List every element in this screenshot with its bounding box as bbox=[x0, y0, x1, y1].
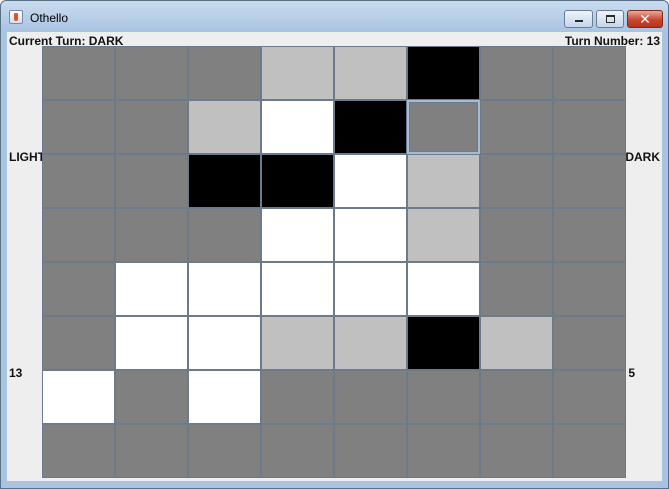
board-cell-valid-move-highlight[interactable] bbox=[407, 208, 480, 262]
board-cell-empty[interactable] bbox=[480, 154, 553, 208]
board-cell-light-piece[interactable] bbox=[261, 208, 334, 262]
board-cell-valid-move-highlight[interactable] bbox=[407, 154, 480, 208]
board-cell-empty[interactable] bbox=[553, 262, 626, 316]
board-cell-light-piece[interactable] bbox=[115, 316, 188, 370]
board-cell-dark-piece[interactable] bbox=[188, 154, 261, 208]
board-cell-empty[interactable] bbox=[115, 208, 188, 262]
board-cell-light-piece[interactable] bbox=[42, 370, 115, 424]
board-cell-empty[interactable] bbox=[480, 370, 553, 424]
board-cell-empty[interactable] bbox=[480, 262, 553, 316]
board-cell-empty[interactable] bbox=[42, 262, 115, 316]
board-cell-empty[interactable] bbox=[407, 424, 480, 478]
board-cell-empty[interactable] bbox=[115, 46, 188, 100]
maximize-icon bbox=[606, 15, 615, 23]
board-cell-empty[interactable] bbox=[115, 370, 188, 424]
board-cell-valid-move-highlight[interactable] bbox=[334, 46, 407, 100]
board-cell-empty[interactable] bbox=[553, 424, 626, 478]
maximize-button[interactable] bbox=[596, 10, 624, 28]
board-cell-empty[interactable] bbox=[115, 424, 188, 478]
board-cell-empty[interactable] bbox=[115, 100, 188, 154]
board-cell-light-piece[interactable] bbox=[188, 262, 261, 316]
board-cell-empty[interactable] bbox=[407, 370, 480, 424]
board-cell-empty[interactable] bbox=[188, 208, 261, 262]
board-cell-dark-piece[interactable] bbox=[334, 100, 407, 154]
window-bottom-border bbox=[7, 481, 662, 488]
board-cell-light-piece[interactable] bbox=[261, 100, 334, 154]
board-cell-valid-move-highlight[interactable] bbox=[480, 316, 553, 370]
title-bar[interactable]: Othello ✕ bbox=[1, 1, 668, 31]
dark-score: 5 bbox=[628, 366, 635, 380]
board-cell-light-piece[interactable] bbox=[334, 154, 407, 208]
board-cell-empty[interactable] bbox=[261, 370, 334, 424]
board-cell-light-piece[interactable] bbox=[261, 262, 334, 316]
board-cell-focused-empty[interactable] bbox=[407, 100, 480, 154]
board-cell-empty[interactable] bbox=[42, 424, 115, 478]
board-cell-dark-piece[interactable] bbox=[407, 46, 480, 100]
light-player-label: LIGHT bbox=[9, 150, 45, 164]
board-cell-empty[interactable] bbox=[553, 316, 626, 370]
board-cell-empty[interactable] bbox=[42, 100, 115, 154]
board-cell-empty[interactable] bbox=[261, 424, 334, 478]
board-cell-empty[interactable] bbox=[553, 208, 626, 262]
light-score: 13 bbox=[9, 366, 23, 380]
close-icon: ✕ bbox=[639, 11, 651, 27]
board-cell-empty[interactable] bbox=[42, 154, 115, 208]
board-cell-light-piece[interactable] bbox=[188, 370, 261, 424]
close-button[interactable]: ✕ bbox=[627, 10, 663, 28]
minimize-button[interactable] bbox=[564, 10, 593, 28]
board-cell-light-piece[interactable] bbox=[115, 262, 188, 316]
board-cell-valid-move-highlight[interactable] bbox=[261, 46, 334, 100]
othello-board bbox=[42, 46, 626, 478]
board-cell-empty[interactable] bbox=[42, 208, 115, 262]
board-cell-dark-piece[interactable] bbox=[261, 154, 334, 208]
board-cell-empty[interactable] bbox=[334, 424, 407, 478]
board-cell-light-piece[interactable] bbox=[188, 316, 261, 370]
board-cell-light-piece[interactable] bbox=[407, 262, 480, 316]
board-cell-empty[interactable] bbox=[553, 46, 626, 100]
board-cell-light-piece[interactable] bbox=[334, 208, 407, 262]
othello-window: Othello ✕ Current Turn: DARK Turn Number… bbox=[0, 0, 669, 489]
minimize-icon bbox=[575, 20, 583, 22]
board-cell-valid-move-highlight[interactable] bbox=[261, 316, 334, 370]
board-cell-empty[interactable] bbox=[553, 370, 626, 424]
board-cell-empty[interactable] bbox=[480, 424, 553, 478]
board-cell-empty[interactable] bbox=[553, 154, 626, 208]
java-cup-icon bbox=[9, 10, 23, 24]
board-cell-empty[interactable] bbox=[188, 46, 261, 100]
board-cell-empty[interactable] bbox=[480, 100, 553, 154]
board-cell-empty[interactable] bbox=[115, 154, 188, 208]
board-cell-empty[interactable] bbox=[42, 316, 115, 370]
board-cell-dark-piece[interactable] bbox=[407, 316, 480, 370]
dark-player-label: DARK bbox=[625, 150, 660, 164]
board-cell-valid-move-highlight[interactable] bbox=[334, 316, 407, 370]
board-cell-valid-move-highlight[interactable] bbox=[188, 100, 261, 154]
board-cell-empty[interactable] bbox=[480, 208, 553, 262]
board-cell-empty[interactable] bbox=[188, 424, 261, 478]
board-cell-empty[interactable] bbox=[553, 100, 626, 154]
board-cell-empty[interactable] bbox=[480, 46, 553, 100]
window-title: Othello bbox=[30, 11, 69, 25]
board-cell-empty[interactable] bbox=[334, 370, 407, 424]
game-panel: Current Turn: DARK Turn Number: 13 LIGHT… bbox=[7, 32, 662, 481]
board-cell-light-piece[interactable] bbox=[334, 262, 407, 316]
board-cell-empty[interactable] bbox=[42, 46, 115, 100]
